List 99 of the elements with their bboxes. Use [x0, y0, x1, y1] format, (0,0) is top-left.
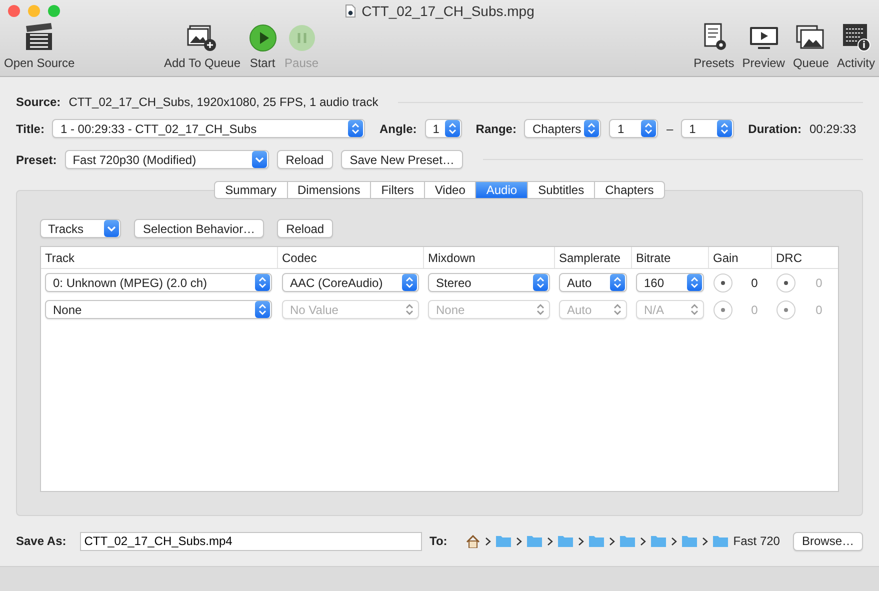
column-header: Codec: [278, 247, 424, 268]
stepper-icon: [533, 274, 548, 291]
tab[interactable]: Filters: [371, 181, 425, 199]
field-label: Title:: [16, 122, 44, 136]
chevron-right-icon: [702, 536, 708, 546]
column-header: Samplerate: [555, 247, 632, 268]
log-window-icon: [840, 22, 871, 52]
field-label: Angle:: [379, 122, 417, 136]
preset-button[interactable]: Reload: [276, 150, 333, 169]
stepper-icon: [717, 120, 732, 137]
chevron-right-icon: [516, 536, 522, 546]
folder-icon: [558, 535, 574, 547]
toolbar-button[interactable]: Queue: [792, 24, 829, 70]
tab[interactable]: Video: [424, 181, 476, 199]
folder-icon: [682, 535, 698, 547]
stepper-icon: [687, 274, 702, 291]
tab[interactable]: Chapters: [595, 181, 665, 199]
toolbar-button[interactable]: Open Source: [4, 22, 75, 70]
range-dash: –: [666, 122, 674, 136]
mixdown-popup[interactable]: Stereo: [428, 273, 550, 292]
column-header: Mixdown: [424, 247, 555, 268]
field-label: To:: [430, 534, 448, 548]
tab[interactable]: Dimensions: [288, 181, 372, 199]
toolbar-button[interactable]: Preview: [742, 24, 785, 70]
drc-value: 0: [814, 302, 824, 316]
field-label: Duration:: [748, 122, 802, 136]
gain-knob[interactable]: [713, 272, 733, 292]
range-popup[interactable]: Chapters: [524, 119, 602, 138]
close-button[interactable]: [8, 5, 20, 17]
column-header: Track: [41, 247, 278, 268]
chevron-right-icon: [640, 536, 646, 546]
stepper-icon: [584, 120, 600, 137]
audio-button[interactable]: Reload: [277, 219, 334, 238]
stepper-icon: [255, 274, 270, 291]
tracks-popup[interactable]: Tracks: [40, 219, 121, 238]
preset-popup[interactable]: Fast 720p30 (Modified): [64, 150, 269, 169]
chevron-down-icon: [252, 151, 267, 168]
tab[interactable]: Summary: [214, 181, 288, 199]
tab[interactable]: Subtitles: [528, 181, 596, 199]
angle-popup[interactable]: 1: [424, 119, 462, 138]
folder-icon: [527, 535, 542, 547]
field-label: Source:: [16, 95, 61, 109]
samplerate-popup[interactable]: Auto: [559, 273, 627, 292]
folder-icon: [496, 535, 512, 547]
gain-knob[interactable]: [713, 300, 733, 320]
field-label: Range:: [476, 122, 516, 136]
bitrate-popup[interactable]: 160: [636, 273, 704, 292]
monitor-icon: [748, 24, 780, 52]
home-icon: [466, 534, 480, 548]
stepper-icon: [444, 120, 460, 137]
field-label: Save As:: [16, 534, 66, 548]
range-start-popup[interactable]: 1: [609, 119, 658, 138]
drc-knob[interactable]: [776, 272, 796, 292]
duration-value: 00:29:33: [809, 122, 856, 136]
toolbar-button[interactable]: Start: [248, 24, 277, 70]
chevron-down-icon: [104, 220, 119, 237]
stepper-icon: [402, 274, 417, 291]
toolbar-button[interactable]: Activity: [836, 22, 875, 70]
toolbar-button[interactable]: Presets: [694, 22, 734, 70]
audio-button[interactable]: Selection Behavior…: [134, 219, 264, 238]
column-header: DRC: [775, 250, 803, 266]
drc-value: 0: [814, 276, 824, 290]
chevron-right-icon: [671, 536, 678, 546]
folder-icon: [589, 535, 604, 547]
preset-button[interactable]: Save New Preset…: [340, 150, 464, 169]
folder-icon: [620, 535, 636, 547]
tab[interactable]: Audio: [476, 181, 528, 199]
toolbar-button[interactable]: Add To Queue: [164, 24, 241, 70]
drc-knob[interactable]: [776, 300, 796, 320]
document-icon: [344, 4, 356, 18]
chevron-right-icon: [609, 536, 616, 546]
chevron-right-icon: [485, 536, 492, 546]
gain-value: 0: [750, 302, 759, 316]
column-header: Bitrate: [632, 247, 709, 268]
stepper-icon: [641, 120, 656, 137]
stepper-icon: [255, 301, 270, 318]
pause-icon: [288, 24, 316, 52]
browse-button[interactable]: Browse…: [792, 532, 863, 550]
stepper-icon: [610, 274, 625, 291]
window-title: CTT_02_17_CH_Subs.mpg: [362, 3, 534, 19]
track-popup[interactable]: 0: Unknown (MPEG) (2.0 ch): [45, 273, 272, 292]
column-header: Gain: [709, 247, 772, 268]
play-icon: [248, 24, 277, 52]
zoom-button[interactable]: [48, 5, 60, 17]
path-label[interactable]: Fast 720: [733, 534, 780, 548]
codec-popup[interactable]: AAC (CoreAudio): [282, 273, 419, 292]
field-label: Preset:: [16, 152, 57, 166]
folder-icon: [651, 535, 666, 547]
stacked-pictures-icon: [794, 24, 827, 52]
title-popup[interactable]: 1 - 00:29:33 - CTT_02_17_CH_Subs: [52, 119, 366, 138]
range-end-popup[interactable]: 1: [681, 119, 734, 138]
source-info: CTT_02_17_CH_Subs, 1920x1080, 25 FPS, 1 audio track: [68, 95, 378, 109]
gain-value: 0: [750, 276, 759, 290]
chevron-right-icon: [547, 536, 554, 546]
save-as-field[interactable]: CTT_02_17_CH_Subs.mp4: [80, 532, 422, 550]
stepper-icon: [348, 120, 364, 137]
chevron-right-icon: [578, 536, 584, 546]
add-picture-icon: [186, 24, 218, 52]
folder-icon: [713, 535, 728, 547]
